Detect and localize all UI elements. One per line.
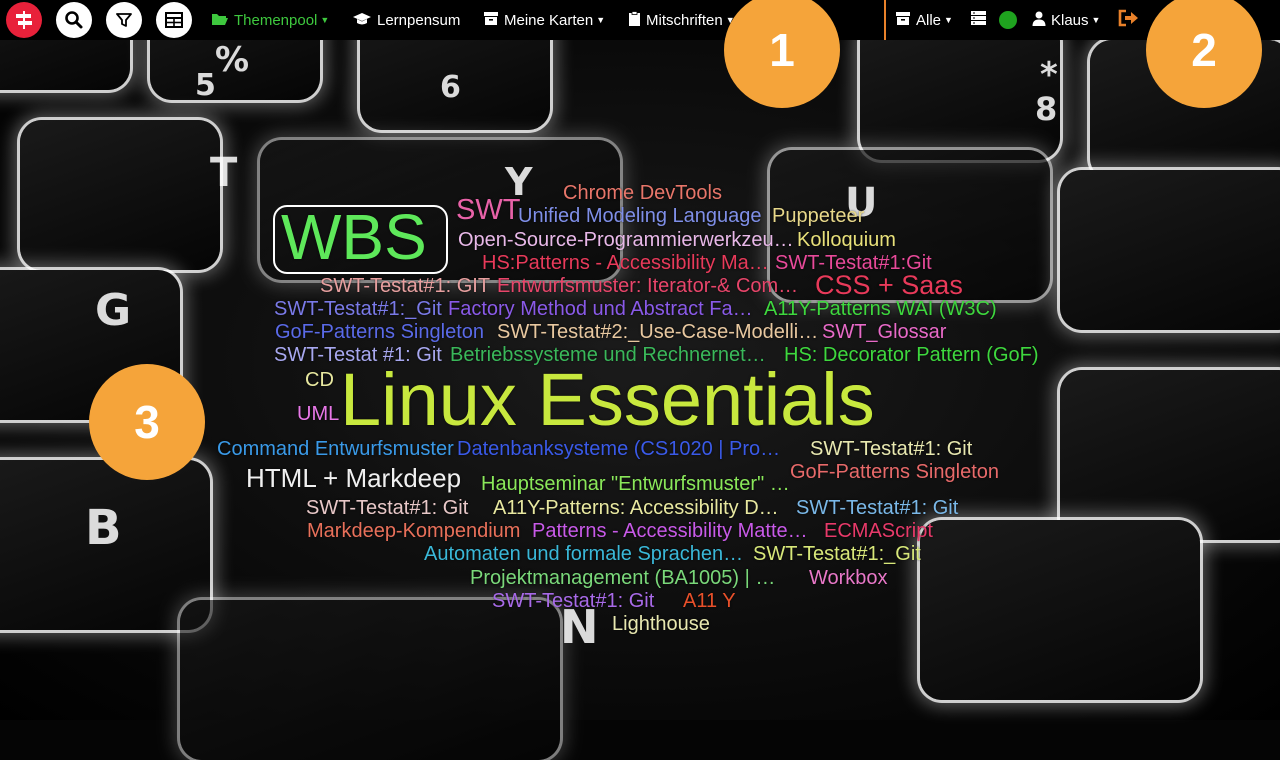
folder-open-icon bbox=[211, 12, 229, 29]
cloud-topic[interactable]: Markdeep-Kompendium bbox=[307, 521, 520, 541]
chevron-down-icon: ▼ bbox=[944, 15, 953, 25]
cloud-topic[interactable]: WBS bbox=[281, 205, 427, 269]
cloud-topic[interactable]: Datenbanksysteme (CS1020 | Pro… bbox=[457, 439, 780, 459]
cloud-topic[interactable]: Puppeteer bbox=[772, 206, 864, 226]
filter-icon bbox=[116, 13, 132, 27]
server-button[interactable] bbox=[970, 0, 987, 40]
user-menu-label: Klaus bbox=[1051, 11, 1089, 29]
keyboard-label: B bbox=[85, 500, 122, 556]
user-icon bbox=[1032, 11, 1046, 29]
cloud-topic[interactable]: Automaten und formale Sprachen… bbox=[424, 544, 743, 564]
nav-meine-karten-label: Meine Karten bbox=[504, 11, 594, 29]
cloud-topic[interactable]: Hauptseminar "Entwurfsmuster" … bbox=[481, 474, 790, 494]
table-icon bbox=[165, 12, 183, 28]
nav-lernpensum-label: Lernpensum bbox=[377, 11, 461, 29]
user-menu[interactable]: Klaus ▼ bbox=[1032, 0, 1100, 40]
cloud-topic[interactable]: HS:Patterns - Accessibility Ma… bbox=[482, 253, 769, 273]
cloud-topic[interactable]: CSS + Saas bbox=[815, 272, 963, 299]
cloud-topic[interactable]: SWT-Testat#2:_Use-Case-Modelli… bbox=[497, 322, 818, 342]
cloud-topic[interactable]: Projektmanagement (BA1005) | … bbox=[470, 568, 775, 588]
cloud-topic[interactable]: Lighthouse bbox=[612, 614, 710, 634]
cloud-topic[interactable]: UML bbox=[297, 404, 339, 424]
sign-out-icon bbox=[1118, 9, 1140, 31]
cloud-topic[interactable]: Entwurfsmuster: Iterator-& Com… bbox=[497, 276, 798, 296]
archive-box-icon bbox=[483, 11, 499, 29]
server-icon bbox=[970, 10, 987, 30]
connection-status-dot bbox=[999, 11, 1017, 29]
cloud-topic[interactable]: ECMAScript bbox=[824, 521, 933, 541]
cloud-topic[interactable]: GoF-Patterns Singleton bbox=[790, 462, 999, 482]
cloud-topic[interactable]: Kolloquium bbox=[797, 230, 896, 250]
search-icon bbox=[65, 11, 83, 29]
cloud-topic[interactable]: Patterns - Accessibility Matte… bbox=[532, 521, 808, 541]
chevron-down-icon: ▼ bbox=[320, 15, 330, 25]
cloud-topic[interactable]: Linux Essentials bbox=[340, 363, 875, 437]
nav-mitschriften[interactable]: Mitschriften ▼ bbox=[628, 0, 735, 40]
logout-button[interactable] bbox=[1118, 0, 1140, 40]
cloud-topic[interactable]: SWT bbox=[456, 196, 520, 225]
cloud-topic[interactable]: Workbox bbox=[809, 568, 888, 588]
scope-dropdown[interactable]: Alle ▼ bbox=[895, 0, 953, 40]
cloud-topic[interactable]: SWT-Testat#1: Git bbox=[492, 591, 654, 611]
nav-themenpool-label: Themenpool bbox=[234, 11, 318, 29]
cloud-topic[interactable]: HTML + Markdeep bbox=[246, 465, 461, 491]
graduation-cap-icon bbox=[352, 12, 372, 29]
cloud-topic[interactable]: A11Y-Patterns: Accessibility D… bbox=[493, 498, 779, 518]
clipboard-icon bbox=[628, 10, 641, 30]
keyboard-label: % bbox=[215, 40, 250, 80]
grid-view-button[interactable] bbox=[156, 2, 192, 38]
cloud-topic[interactable]: Chrome DevTools bbox=[563, 183, 722, 203]
toolbar-divider bbox=[884, 0, 886, 40]
cloud-topic[interactable]: Command Entwurfsmuster bbox=[217, 439, 454, 459]
keyboard-label: T bbox=[210, 150, 238, 196]
cloud-topic[interactable]: A11 Y bbox=[683, 591, 736, 611]
top-navigation-bar: Themenpool ▼ Lernpensum Meine Karten ▼ M… bbox=[0, 0, 1280, 40]
cloud-topic[interactable]: CD bbox=[305, 370, 334, 390]
nav-meine-karten[interactable]: Meine Karten ▼ bbox=[483, 0, 605, 40]
search-button[interactable] bbox=[56, 2, 92, 38]
nav-lernpensum[interactable]: Lernpensum bbox=[352, 0, 460, 40]
cloud-topic[interactable]: A11Y-Patterns WAI (W3C) bbox=[764, 299, 997, 319]
chevron-down-icon: ▼ bbox=[1091, 15, 1101, 25]
cloud-topic[interactable]: GoF-Patterns Singleton bbox=[275, 322, 484, 342]
nav-themenpool[interactable]: Themenpool ▼ bbox=[211, 0, 329, 40]
chevron-down-icon: ▼ bbox=[596, 15, 606, 25]
cloud-topic[interactable]: SWT-Testat#1:_Git bbox=[753, 544, 921, 564]
nav-mitschriften-label: Mitschriften bbox=[646, 11, 723, 29]
keyboard-label: G bbox=[95, 285, 132, 336]
cloud-topic[interactable]: Open-Source-Programmierwerkzeu… bbox=[458, 230, 794, 250]
archive-box-icon bbox=[895, 11, 911, 29]
cloud-topic[interactable]: SWT-Testat#1: GIT bbox=[320, 276, 490, 296]
cloud-topic[interactable]: SWT_Glossar bbox=[822, 322, 946, 342]
cloud-topic[interactable]: Factory Method und Abstract Fa… bbox=[448, 299, 753, 319]
keyboard-label: 5 bbox=[195, 68, 216, 103]
scope-dropdown-label: Alle bbox=[916, 11, 942, 29]
keyboard-label: 6 bbox=[440, 70, 461, 105]
cloud-topic[interactable]: Unified Modeling Language bbox=[518, 206, 762, 226]
keyboard-label: * bbox=[1040, 55, 1058, 95]
cloud-topic[interactable]: SWT-Testat#1: Git bbox=[796, 498, 958, 518]
signpost-icon bbox=[16, 11, 32, 29]
cloud-topic[interactable]: SWT-Testat#1: Git bbox=[306, 498, 468, 518]
app-logo-button[interactable] bbox=[6, 2, 42, 38]
cloud-topic[interactable]: SWT-Testat#1:_Git bbox=[274, 299, 442, 319]
keyboard-label: 8 bbox=[1035, 90, 1058, 128]
callout-marker-3: 3 bbox=[89, 364, 205, 480]
filter-button[interactable] bbox=[106, 2, 142, 38]
cloud-topic[interactable]: SWT-Testat#1: Git bbox=[810, 439, 972, 459]
